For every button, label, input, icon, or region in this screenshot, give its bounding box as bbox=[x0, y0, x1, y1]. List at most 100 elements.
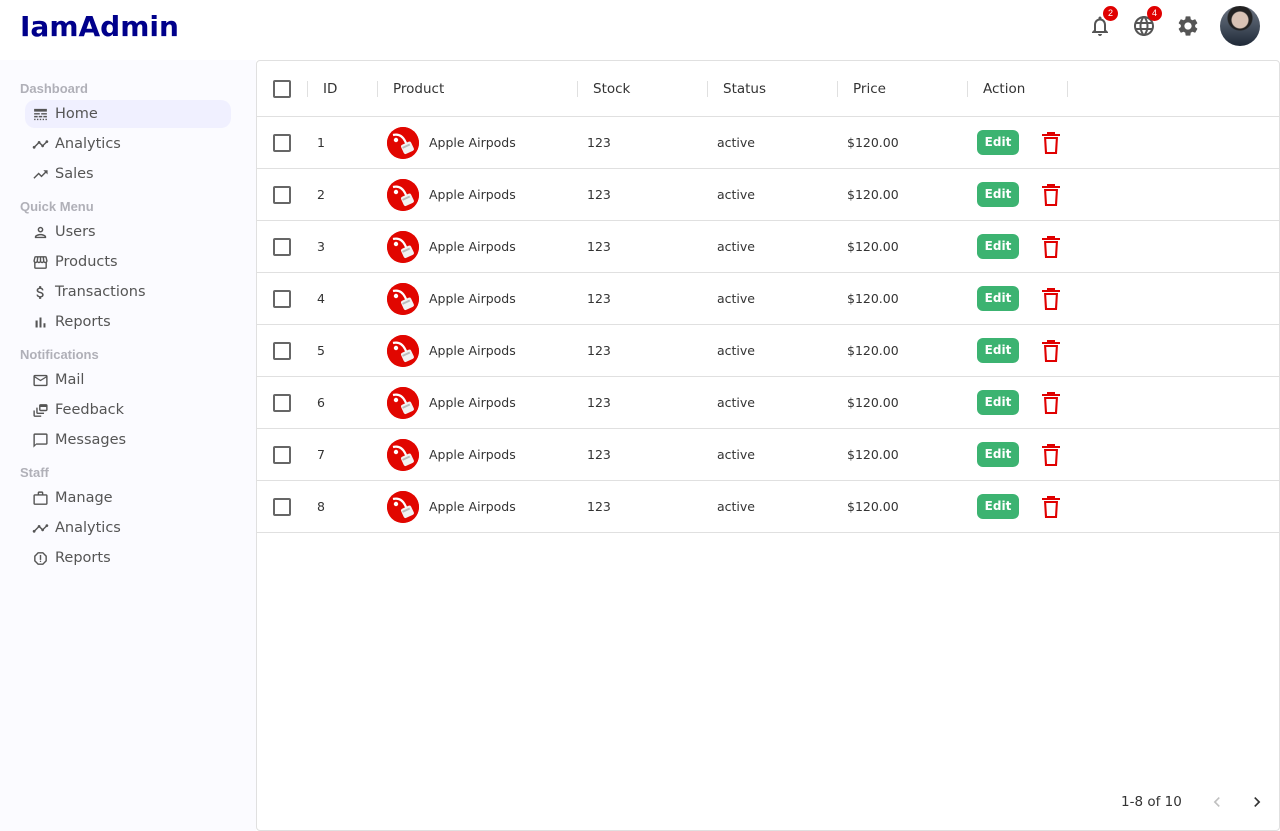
cell-price: $120.00 bbox=[847, 447, 899, 462]
table-row[interactable]: 2 Apple Airpods 123 active $120.00 Edit bbox=[257, 169, 1279, 221]
sidebar-item-sales[interactable]: Sales bbox=[25, 160, 231, 188]
column-header-status[interactable]: Status bbox=[723, 61, 766, 117]
column-separator[interactable] bbox=[1067, 81, 1068, 97]
table-row[interactable]: 8 Apple Airpods 123 active $120.00 Edit bbox=[257, 481, 1279, 533]
sidebar-item-mail[interactable]: Mail bbox=[25, 366, 231, 394]
cell-price: $120.00 bbox=[847, 135, 899, 150]
sidebar-item-products[interactable]: Products bbox=[25, 248, 231, 276]
edit-button[interactable]: Edit bbox=[977, 182, 1019, 207]
notifications-button[interactable]: 2 bbox=[1088, 6, 1118, 38]
sidebar-item-reports[interactable]: Reports bbox=[25, 544, 231, 572]
language-badge: 4 bbox=[1147, 6, 1162, 21]
cell-id: 7 bbox=[317, 447, 325, 462]
delete-button[interactable] bbox=[1042, 132, 1060, 154]
sidebar-item-feedback[interactable]: Feedback bbox=[25, 396, 231, 424]
sidebar-item-analytics[interactable]: Analytics bbox=[25, 130, 231, 158]
cell-price: $120.00 bbox=[847, 291, 899, 306]
previous-page-button[interactable] bbox=[1203, 788, 1231, 816]
table-row[interactable]: 1 Apple Airpods 123 active $120.00 Edit bbox=[257, 117, 1279, 169]
sidebar-menu: Dashboard Home Analytics Sales Quick Menu Use… bbox=[0, 60, 256, 572]
edit-button[interactable]: Edit bbox=[977, 130, 1019, 155]
globe-icon bbox=[1132, 16, 1156, 42]
sidebar-item-label: Messages bbox=[55, 432, 127, 448]
sidebar-item-home[interactable]: Home bbox=[25, 100, 231, 128]
delete-button[interactable] bbox=[1042, 496, 1060, 518]
delete-button[interactable] bbox=[1042, 392, 1060, 414]
row-checkbox[interactable] bbox=[273, 290, 291, 308]
column-header-action[interactable]: Action bbox=[983, 61, 1025, 117]
settings-button[interactable] bbox=[1176, 14, 1200, 38]
edit-button[interactable]: Edit bbox=[977, 390, 1019, 415]
cell-product: Apple Airpods bbox=[429, 291, 516, 306]
cell-id: 1 bbox=[317, 135, 325, 150]
delete-button[interactable] bbox=[1042, 184, 1060, 206]
user-avatar[interactable] bbox=[1220, 6, 1260, 46]
trash-icon bbox=[1042, 444, 1060, 471]
delete-button[interactable] bbox=[1042, 236, 1060, 258]
cell-price: $120.00 bbox=[847, 187, 899, 202]
column-separator[interactable] bbox=[377, 81, 378, 97]
trash-icon bbox=[1042, 340, 1060, 367]
sidebar-item-transactions[interactable]: Transactions bbox=[25, 278, 231, 306]
cell-price: $120.00 bbox=[847, 395, 899, 410]
sidebar-item-manage[interactable]: Manage bbox=[25, 484, 231, 512]
delete-button[interactable] bbox=[1042, 444, 1060, 466]
sidebar-item-users[interactable]: Users bbox=[25, 218, 231, 246]
sidebar-item-messages[interactable]: Messages bbox=[25, 426, 231, 454]
language-button[interactable]: 4 bbox=[1132, 6, 1162, 38]
edit-button[interactable]: Edit bbox=[977, 338, 1019, 363]
row-checkbox[interactable] bbox=[273, 342, 291, 360]
column-separator[interactable] bbox=[837, 81, 838, 97]
sidebar-item-label: Transactions bbox=[55, 284, 146, 300]
work-outline-icon bbox=[31, 489, 49, 507]
edit-button[interactable]: Edit bbox=[977, 442, 1019, 467]
edit-button[interactable]: Edit bbox=[977, 286, 1019, 311]
trash-icon bbox=[1042, 288, 1060, 315]
sidebar-item-label: Products bbox=[55, 254, 118, 270]
trash-icon bbox=[1042, 236, 1060, 263]
row-checkbox[interactable] bbox=[273, 394, 291, 412]
column-header-price[interactable]: Price bbox=[853, 61, 886, 117]
next-page-button[interactable] bbox=[1243, 788, 1271, 816]
column-separator[interactable] bbox=[307, 81, 308, 97]
cell-stock: 123 bbox=[587, 395, 611, 410]
column-header-product[interactable]: Product bbox=[393, 61, 444, 117]
table-row[interactable]: 4 Apple Airpods 123 active $120.00 Edit bbox=[257, 273, 1279, 325]
sidebar-item-analytics[interactable]: Analytics bbox=[25, 514, 231, 542]
product-image bbox=[387, 491, 419, 523]
edit-button[interactable]: Edit bbox=[977, 234, 1019, 259]
delete-button[interactable] bbox=[1042, 340, 1060, 362]
sidebar-item-reports[interactable]: Reports bbox=[25, 308, 231, 336]
table-footer: 1-8 of 10 bbox=[257, 774, 1279, 830]
table-row[interactable]: 6 Apple Airpods 123 active $120.00 Edit bbox=[257, 377, 1279, 429]
cell-stock: 123 bbox=[587, 499, 611, 514]
row-checkbox[interactable] bbox=[273, 186, 291, 204]
column-separator[interactable] bbox=[707, 81, 708, 97]
delete-button[interactable] bbox=[1042, 288, 1060, 310]
select-all-checkbox[interactable] bbox=[273, 80, 291, 98]
timeline-icon bbox=[31, 519, 49, 537]
app-logo[interactable]: IamAdmin bbox=[20, 10, 179, 43]
row-checkbox[interactable] bbox=[273, 498, 291, 516]
column-separator[interactable] bbox=[577, 81, 578, 97]
table-row[interactable]: 7 Apple Airpods 123 active $120.00 Edit bbox=[257, 429, 1279, 481]
product-image bbox=[387, 283, 419, 315]
column-header-id[interactable]: ID bbox=[323, 61, 337, 117]
cell-product: Apple Airpods bbox=[429, 395, 516, 410]
column-header-stock[interactable]: Stock bbox=[593, 61, 630, 117]
timeline-icon bbox=[31, 135, 49, 153]
row-checkbox[interactable] bbox=[273, 134, 291, 152]
sidebar-item-label: Home bbox=[55, 106, 98, 122]
row-checkbox[interactable] bbox=[273, 238, 291, 256]
chevron-right-icon bbox=[1247, 792, 1267, 812]
edit-button[interactable]: Edit bbox=[977, 494, 1019, 519]
sidebar-item-label: Feedback bbox=[55, 402, 125, 418]
row-checkbox[interactable] bbox=[273, 446, 291, 464]
cell-id: 4 bbox=[317, 291, 325, 306]
column-separator[interactable] bbox=[967, 81, 968, 97]
cell-status: active bbox=[717, 187, 755, 202]
chat-bubble-outline-icon bbox=[31, 431, 49, 449]
table-row[interactable]: 5 Apple Airpods 123 active $120.00 Edit bbox=[257, 325, 1279, 377]
product-image bbox=[387, 127, 419, 159]
table-row[interactable]: 3 Apple Airpods 123 active $120.00 Edit bbox=[257, 221, 1279, 273]
